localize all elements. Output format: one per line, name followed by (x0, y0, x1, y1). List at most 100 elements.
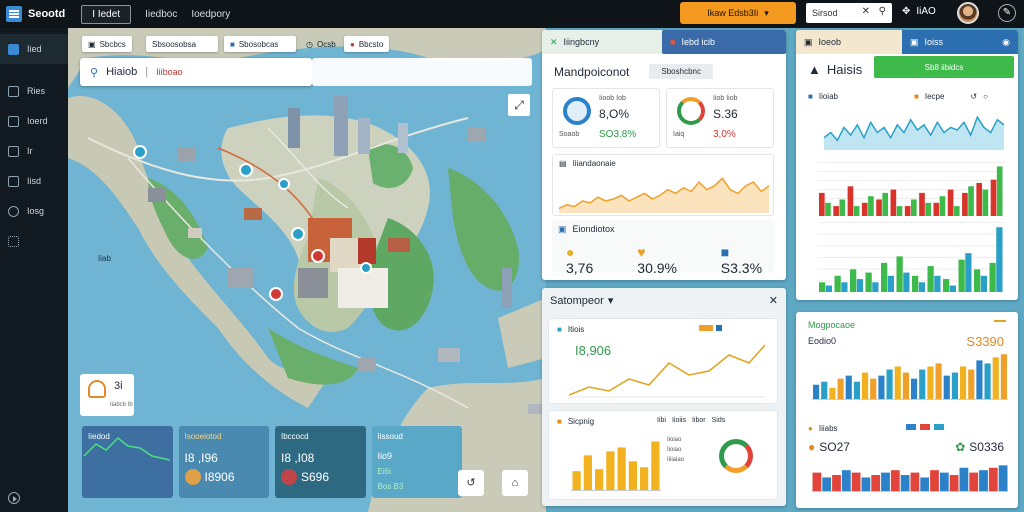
tile-value: Iio9 (377, 451, 393, 461)
sidebar-item-7[interactable] (0, 226, 68, 256)
bar (886, 369, 893, 400)
trends-tab-left[interactable]: ▣ Ioeob (796, 37, 896, 48)
tab-label: Ioiss (924, 37, 944, 47)
sidebar-item-2[interactable]: Ries (0, 76, 68, 106)
bar (595, 469, 604, 491)
bar (919, 369, 926, 400)
management-tab-row: ✕ Iiingbcny ■ Iebd icib (542, 30, 786, 54)
row-left-value: SO27 (819, 440, 850, 454)
avatar[interactable] (957, 2, 979, 24)
stat-card-2[interactable]: Iiob Iiob S.36 Iaiq 3,0% (666, 88, 774, 148)
bar (856, 279, 863, 292)
panel-tab-right-label: Iebd icib (681, 37, 715, 47)
stat-label: Soaob (559, 131, 580, 138)
bar (911, 199, 917, 216)
map-chip-3[interactable]: ■ Sbosobcas (224, 36, 296, 52)
sidebar-item-6[interactable]: Iosg (0, 196, 68, 226)
tile-2[interactable]: Isooeiotod I8 ,I96 I8906 (178, 426, 269, 498)
bar (853, 206, 860, 216)
alert-button[interactable]: Ikaw Edsb3Ii ▾ (680, 2, 796, 24)
map-filter-bar[interactable] (312, 58, 532, 86)
panel-tab-right[interactable]: ■ Iebd icib (662, 30, 786, 54)
bar-chart (571, 441, 661, 491)
bar (870, 378, 877, 400)
top-tab-3[interactable]: Ioedpory (191, 9, 230, 20)
map-chip-2[interactable]: Sbsoosobsa (146, 36, 218, 52)
stat-small: Iiob Iiob (713, 95, 738, 102)
alert-icon: ● (808, 424, 813, 433)
green-action-button[interactable]: Sb8 iibidcs (874, 56, 1014, 78)
trends-tab-right[interactable]: ▣ Ioiss ◉ (902, 30, 1018, 54)
grid-icon: ▣ (910, 36, 919, 47)
tile-3[interactable]: Ibccocd I8 ,I08 S696 (275, 426, 366, 498)
tile-note: Bos B3 (377, 482, 404, 491)
kpi-3: ■ S3.3% (721, 244, 774, 276)
status-group[interactable]: ✥ IiAO (902, 6, 936, 17)
tile-4[interactable]: Iissoud Iio9 Ei6i Bos B3 (371, 426, 462, 498)
bar (930, 470, 939, 492)
donut-chart (719, 439, 753, 473)
bar (871, 475, 881, 492)
play-icon[interactable] (8, 492, 20, 504)
bar (976, 360, 983, 400)
close-icon[interactable]: ✕ (769, 294, 778, 307)
shield-icon: ▣ (88, 39, 96, 49)
map-chip-label: Sbcbcs (99, 39, 126, 49)
clear-icon[interactable]: ✕ (862, 6, 870, 17)
stat-card-1[interactable]: Iioob Iob 8,O% Soaob SO3.8% (552, 88, 660, 148)
search-input[interactable]: Sirsod ✕ ⚲ (806, 3, 892, 23)
app-logo[interactable]: Seootd (6, 6, 65, 22)
search-icon[interactable]: ⚲ (879, 6, 886, 17)
trend-icon: ▲ (808, 62, 821, 77)
measure-icon[interactable]: ⤢ (508, 94, 530, 116)
panel-chip[interactable]: Sboshcbnc (649, 64, 713, 79)
sidebar-item-5[interactable]: Iisd (0, 166, 68, 196)
bar (887, 275, 894, 292)
map-tiles: Iiedod Isooeiotod I8 ,I96 I8906 Ibccocd … (82, 426, 462, 498)
sidebar-item-1[interactable]: Iied (0, 34, 68, 64)
app-name: Seootd (28, 8, 66, 20)
edit-icon[interactable]: ✎ (998, 4, 1016, 22)
settings-icon[interactable]: ○ (983, 92, 988, 101)
bar (834, 275, 841, 292)
top-tab-1[interactable]: I Iedet (81, 4, 132, 24)
area-chart-head: ▤ Iiiandaonaie (559, 159, 616, 168)
locate-icon[interactable]: ⌂ (502, 470, 528, 496)
area-chart-card: ▤ Iiiandaonaie (552, 154, 774, 216)
sidebar-item-label: Iisd (27, 176, 42, 186)
refresh-icon[interactable]: ↺ (970, 92, 977, 101)
bar (988, 467, 998, 492)
sidebar-item-3[interactable]: Ioerd (0, 106, 68, 136)
list-icon (8, 145, 19, 157)
bar (881, 262, 888, 292)
area-chart-card-2: ■ Iioiab ■ Iecpe ↺ ○ (804, 88, 1010, 156)
clock-icon: ◷ (306, 39, 313, 49)
map-chip-5[interactable]: ● Bbcsto (344, 36, 390, 52)
bar (996, 227, 1003, 292)
chevron-down-icon[interactable]: ▾ (608, 294, 614, 307)
close-icon[interactable]: ✕ (550, 37, 558, 48)
tile-value: I8 ,I08 (281, 451, 315, 465)
bar (998, 465, 1008, 492)
row-right-value: S0336 (969, 440, 1004, 454)
bar (572, 471, 581, 491)
bar (861, 477, 871, 492)
leaf-icon: ✿ (955, 440, 966, 454)
layers-icon (8, 43, 19, 55)
map-view[interactable]: ▣ Sbcbcs Sbsoosobsa ■ Sbosobcas ◷ Ocsb ●… (68, 28, 546, 512)
search-icon: ⚲ (90, 66, 99, 79)
legend-swatch (906, 424, 916, 430)
map-chip-1[interactable]: ▣ Sbcbcs (82, 36, 132, 52)
zoom-fit-icon[interactable]: ↺ (458, 470, 484, 496)
area2-head: ■ Iioiab (808, 92, 838, 101)
menu-icon[interactable] (994, 320, 1006, 322)
bar-label: Iiiiaiao (667, 457, 685, 463)
bar (960, 366, 967, 400)
top-tab-2[interactable]: Iiedboc (145, 9, 177, 20)
map-search-bar[interactable]: ⚲ Hiaiob | Iiiboao (80, 58, 312, 86)
map-chip-4[interactable]: ◷ Ocsb (300, 36, 342, 52)
legend-swatch (716, 325, 722, 331)
panel-tab-label[interactable]: Iiingbcny (564, 37, 600, 47)
sidebar-item-4[interactable]: Ir (0, 136, 68, 166)
tile-1[interactable]: Iiedod (82, 426, 173, 498)
